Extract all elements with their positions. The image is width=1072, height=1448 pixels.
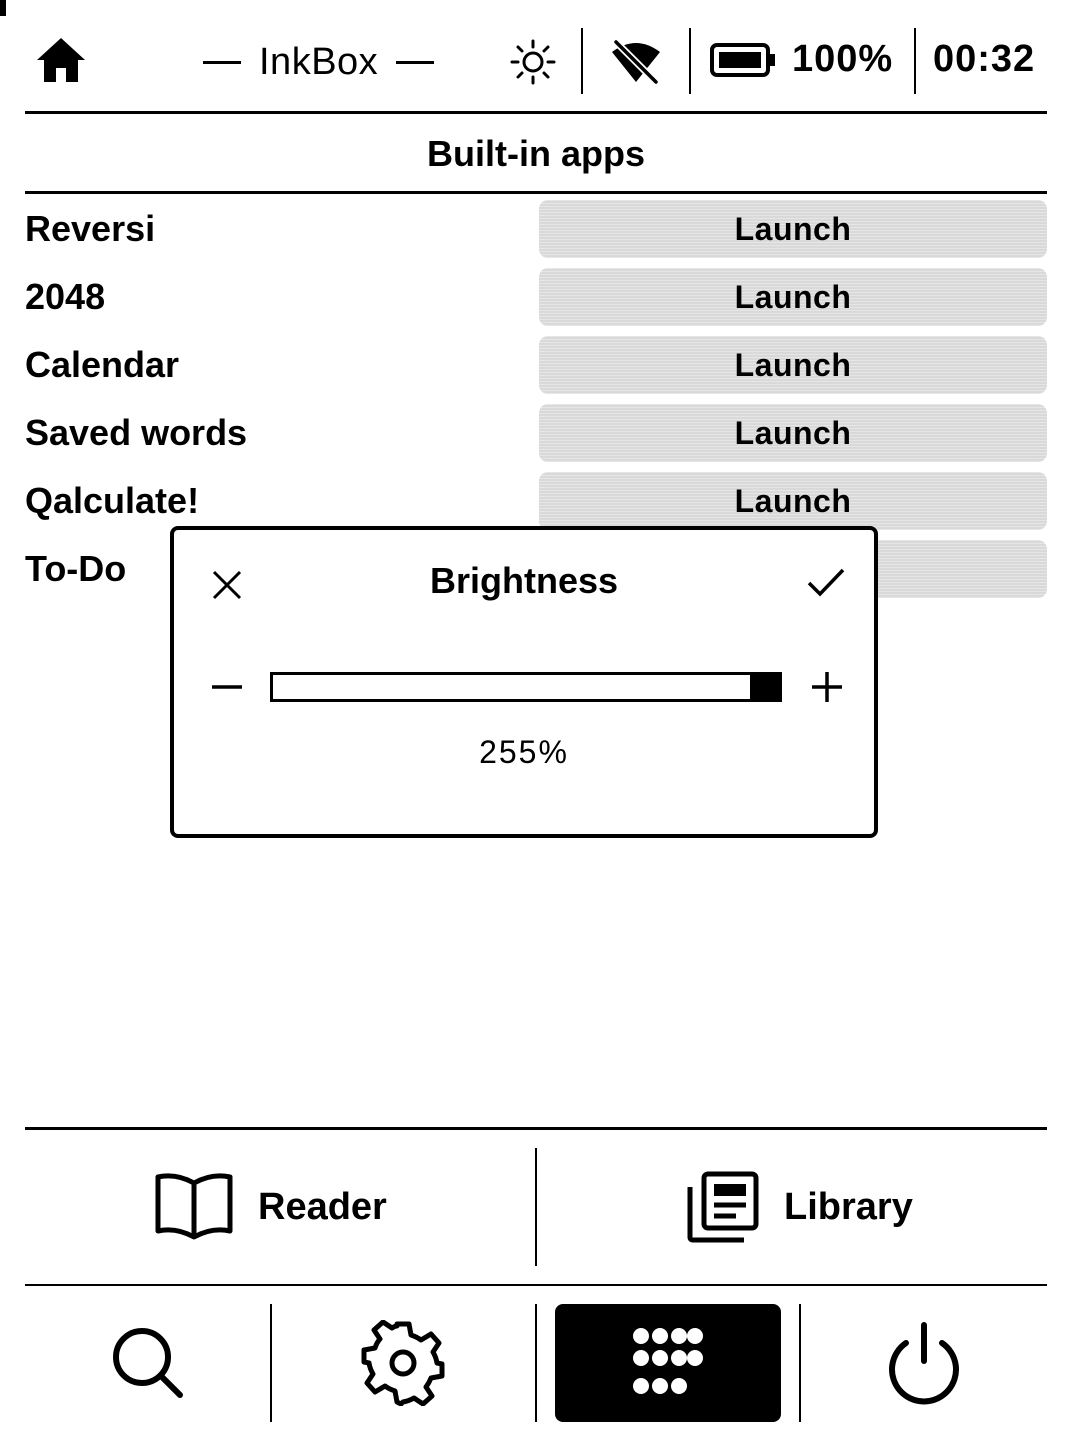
app-name: Saved words: [25, 412, 248, 453]
wifi-off-icon: [612, 39, 660, 85]
power-button[interactable]: [801, 1304, 1047, 1422]
wifi-button[interactable]: [610, 38, 662, 86]
status-divider: [914, 28, 916, 94]
reader-label: Reader: [258, 1185, 387, 1228]
brightness-slider[interactable]: [270, 672, 782, 702]
settings-button[interactable]: [272, 1304, 534, 1422]
launch-button[interactable]: Launch: [539, 200, 1047, 258]
search-button[interactable]: [25, 1304, 270, 1422]
clock: 00:32: [933, 38, 1036, 80]
brightness-button[interactable]: [510, 39, 556, 85]
check-icon: [807, 568, 845, 597]
launch-button[interactable]: Launch: [539, 336, 1047, 394]
battery-full-icon: [710, 43, 775, 77]
app-name: Qalculate!: [25, 480, 200, 521]
decrease-button[interactable]: [210, 670, 244, 704]
list-item: Saved words Launch: [25, 404, 1047, 462]
brightness-dialog: Brightness 255%: [170, 526, 878, 838]
book-icon: [155, 1173, 233, 1240]
app-title: InkBox: [259, 40, 379, 83]
nav-divider: [25, 1284, 1047, 1286]
battery-indicator: [710, 42, 776, 78]
list-item: Calendar Launch: [25, 336, 1047, 394]
list-item: Qalculate! Launch: [25, 472, 1047, 530]
app-name: Calendar: [25, 344, 180, 385]
list-item: 2048 Launch: [25, 268, 1047, 326]
library-label: Library: [784, 1185, 913, 1228]
app-title-group: InkBox: [203, 28, 435, 96]
status-divider: [581, 28, 583, 94]
home-button[interactable]: [35, 34, 87, 86]
section-title: Built-in apps: [427, 133, 645, 174]
quick-launch-divider: [25, 1127, 1047, 1130]
power-icon: [889, 1322, 959, 1405]
app-name: 2048: [25, 276, 106, 317]
quick-launch-separator: [535, 1148, 537, 1266]
library-icon: [687, 1171, 759, 1243]
battery-percent: 100%: [792, 38, 894, 80]
confirm-button[interactable]: [806, 566, 846, 600]
list-item: Reversi Launch: [25, 200, 1047, 258]
app-name: To-Do: [25, 548, 127, 589]
plus-icon: [812, 672, 842, 702]
launch-button[interactable]: Launch: [539, 268, 1047, 326]
header-divider: [25, 111, 1047, 114]
dialog-title: Brightness: [429, 560, 619, 601]
increase-button[interactable]: [810, 670, 844, 704]
slider-handle[interactable]: [750, 672, 782, 702]
home-icon: [37, 38, 85, 82]
minus-icon: [212, 685, 242, 689]
launch-button[interactable]: Launch: [539, 472, 1047, 530]
sun-icon: [510, 39, 556, 85]
library-button[interactable]: Library: [686, 1148, 913, 1266]
apps-grid-icon: [633, 1328, 703, 1394]
status-bar: InkBox 100% 00:32: [25, 28, 1047, 96]
search-icon: [112, 1328, 183, 1398]
section-divider: [25, 191, 1047, 194]
title-dash-right: [396, 60, 435, 64]
status-divider: [689, 28, 691, 94]
corner-marker: [0, 0, 6, 16]
app-name: Reversi: [25, 208, 156, 249]
reader-button[interactable]: Reader: [154, 1148, 387, 1266]
gear-icon: [361, 1320, 445, 1406]
brightness-value: 255%: [479, 734, 569, 770]
launch-button[interactable]: Launch: [539, 404, 1047, 462]
nav-separator: [535, 1304, 537, 1422]
apps-button[interactable]: [555, 1304, 781, 1422]
title-dash-left: [203, 60, 241, 64]
